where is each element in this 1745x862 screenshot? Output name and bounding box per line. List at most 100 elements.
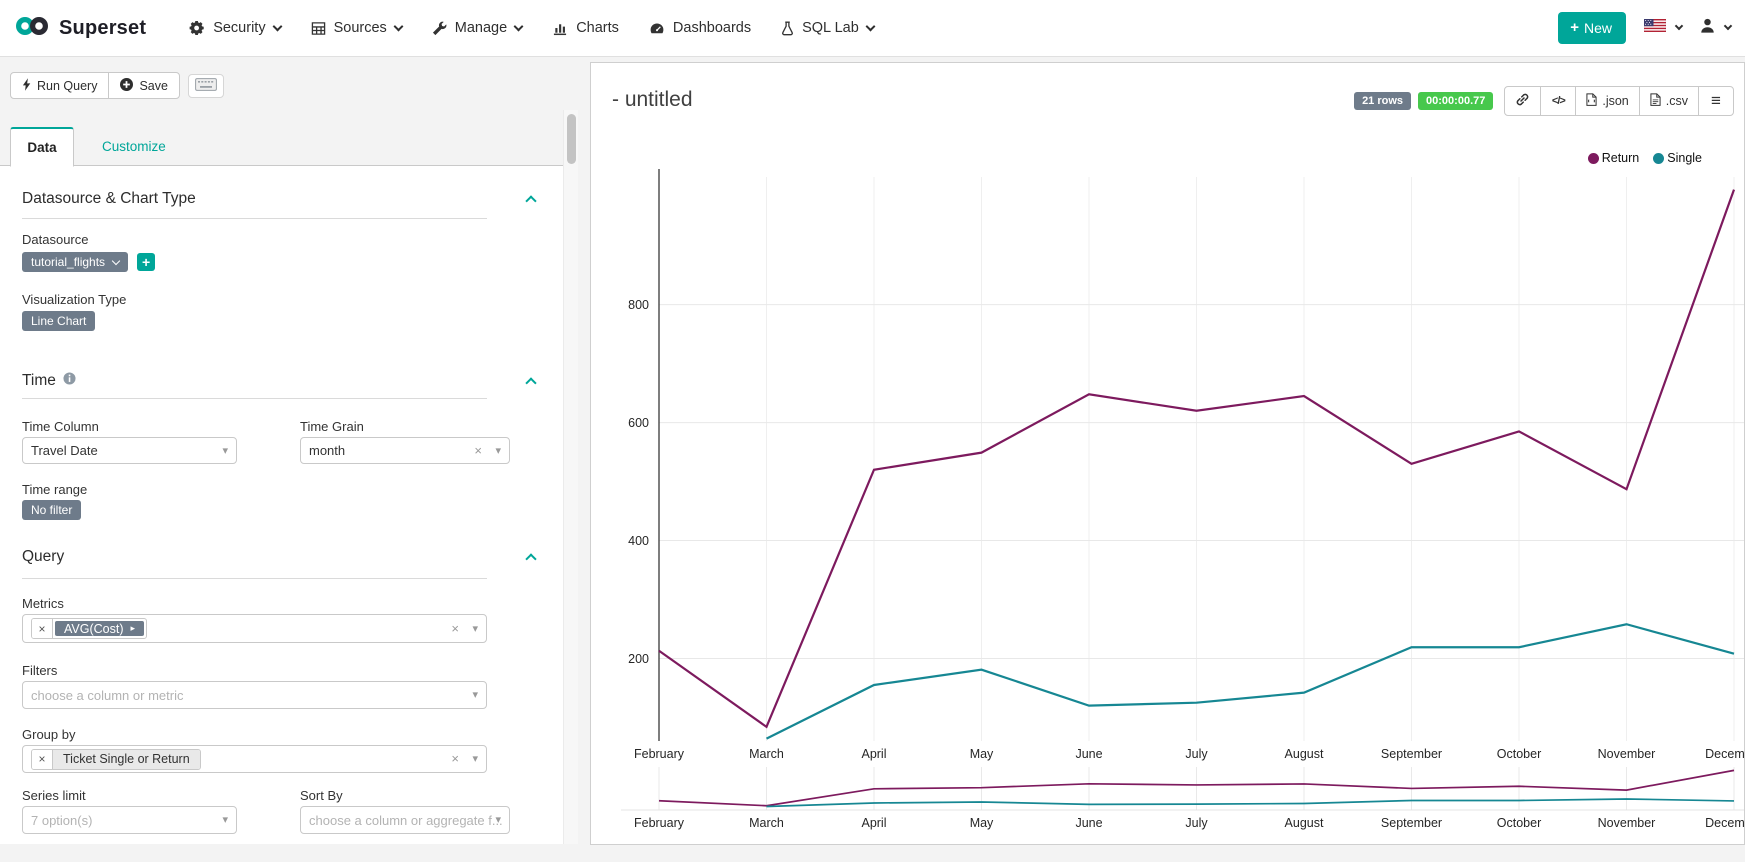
info-icon xyxy=(63,372,76,390)
nav-label: Sources xyxy=(334,20,387,36)
duration-badge: 00:00:00.77 xyxy=(1418,92,1493,110)
svg-text:400: 400 xyxy=(628,534,649,548)
code-icon: </> xyxy=(1552,95,1565,107)
nav-label: Security xyxy=(213,20,265,36)
section-divider xyxy=(22,218,487,219)
series-limit-label: Series limit xyxy=(22,788,86,803)
svg-text:July: July xyxy=(1185,747,1208,761)
caret-down-icon: ▾ xyxy=(472,622,478,635)
metrics-label: Metrics xyxy=(22,596,64,611)
collapse-caret-icon[interactable] xyxy=(525,553,536,564)
new-button-label: New xyxy=(1584,20,1612,36)
panel-scrollbar[interactable] xyxy=(563,110,578,844)
metric-chip[interactable]: × AVG(Cost) ▸ xyxy=(31,618,147,639)
nav-label: SQL Lab xyxy=(802,20,859,36)
time-grain-select[interactable]: month × ▾ xyxy=(300,437,510,464)
groupby-select[interactable]: × Ticket Single or Return × ▾ xyxy=(22,745,487,773)
explore-control-panel: Run Query Save Data Customize xyxy=(0,57,563,862)
chevron-down-icon xyxy=(865,21,875,31)
export-csv-button[interactable]: .csv xyxy=(1639,86,1699,116)
remove-metric-icon[interactable]: × xyxy=(32,619,53,638)
link-icon xyxy=(1515,92,1530,110)
save-button[interactable]: Save xyxy=(108,72,180,99)
series-limit-placeholder: 7 option(s) xyxy=(31,813,92,828)
scrollbar-thumb[interactable] xyxy=(567,114,576,164)
chart-menu-button[interactable]: ≡ xyxy=(1698,86,1734,116)
metrics-select[interactable]: × AVG(Cost) ▸ × ▾ xyxy=(22,614,487,643)
section-divider xyxy=(22,578,487,579)
chart-title[interactable]: - untitled xyxy=(612,88,693,112)
time-column-select[interactable]: Travel Date ▾ xyxy=(22,437,237,464)
table-icon xyxy=(311,21,326,36)
data-tab-content: Datasource & Chart Type Datasource tutor… xyxy=(0,166,563,844)
svg-text:April: April xyxy=(861,747,886,761)
nav-item-sources[interactable]: Sources xyxy=(296,0,417,57)
query-toolbar: Run Query Save xyxy=(10,72,224,99)
run-query-button[interactable]: Run Query xyxy=(10,72,109,99)
caret-down-icon: ▾ xyxy=(472,688,478,701)
tab-data[interactable]: Data xyxy=(10,127,74,167)
single-mini-line xyxy=(767,799,1735,807)
clear-icon[interactable]: × xyxy=(451,621,459,636)
share-link-button[interactable] xyxy=(1504,86,1541,116)
export-json-button[interactable]: .json xyxy=(1575,86,1639,116)
groupby-label: Group by xyxy=(22,727,75,742)
nav-item-manage[interactable]: Manage xyxy=(417,0,537,57)
run-query-label: Run Query xyxy=(37,79,97,93)
save-label: Save xyxy=(139,79,168,93)
sort-by-select[interactable]: choose a column or aggregate f... ▾ xyxy=(300,806,510,834)
chevron-down-icon xyxy=(1675,22,1683,30)
chevron-down-icon xyxy=(393,21,403,31)
nav-item-charts[interactable]: Charts xyxy=(537,0,634,57)
svg-text:October: October xyxy=(1497,816,1541,830)
series-limit-select[interactable]: 7 option(s) ▾ xyxy=(22,806,237,834)
nav-item-security[interactable]: Security xyxy=(174,0,295,57)
svg-text:July: July xyxy=(1185,816,1208,830)
datasource-value-chip[interactable]: tutorial_flights xyxy=(22,252,128,272)
time-range-chip[interactable]: No filter xyxy=(22,500,81,520)
nav-item-sql-lab[interactable]: SQL Lab xyxy=(766,0,889,57)
add-datasource-button[interactable]: + xyxy=(137,253,155,271)
collapse-caret-icon[interactable] xyxy=(525,195,536,206)
main-line-chart[interactable]: 200400600800FebruaryMarchAprilMayJuneJul… xyxy=(591,151,1745,776)
chevron-down-icon xyxy=(272,21,282,31)
export-button-group: </> .json .csv ≡ xyxy=(1504,86,1734,116)
metric-value: AVG(Cost) xyxy=(64,622,124,636)
svg-text:June: June xyxy=(1075,747,1102,761)
remove-groupby-icon[interactable]: × xyxy=(32,750,53,769)
clear-icon[interactable]: × xyxy=(451,751,459,766)
svg-text:February: February xyxy=(634,816,685,830)
groupby-chip[interactable]: × Ticket Single or Return xyxy=(31,749,201,770)
language-selector[interactable] xyxy=(1644,19,1682,37)
file-json-icon xyxy=(1586,93,1597,109)
nav-label: Manage xyxy=(455,20,507,36)
svg-text:September: September xyxy=(1381,747,1442,761)
svg-text:800: 800 xyxy=(628,298,649,312)
time-column-label: Time Column xyxy=(22,419,99,434)
section-title-query: Query xyxy=(22,548,64,566)
nav-item-dashboards[interactable]: Dashboards xyxy=(634,0,766,57)
time-column-value: Travel Date xyxy=(31,443,98,458)
filters-select[interactable]: choose a column or metric ▾ xyxy=(22,681,487,709)
wrench-icon xyxy=(432,21,447,36)
time-range-label: Time range xyxy=(22,482,87,497)
collapse-caret-icon[interactable] xyxy=(525,377,536,388)
context-brush-chart[interactable]: FebruaryMarchAprilMayJuneJulyAugustSepte… xyxy=(591,763,1745,843)
datasource-label: Datasource xyxy=(22,232,88,247)
gauge-icon xyxy=(649,21,665,36)
chevron-down-icon xyxy=(1724,22,1732,30)
top-navbar: Superset Security Sources Manage Charts … xyxy=(0,0,1745,57)
new-button[interactable]: + New xyxy=(1558,12,1626,44)
embed-code-button[interactable]: </> xyxy=(1540,86,1576,116)
clear-icon[interactable]: × xyxy=(474,443,482,458)
viz-type-value: Line Chart xyxy=(31,314,86,328)
user-menu[interactable] xyxy=(1700,18,1731,38)
us-flag-icon xyxy=(1644,19,1666,37)
chart-header-actions: 21 rows 00:00:00.77 </> .json xyxy=(1354,86,1734,116)
chart-card: - untitled 21 rows 00:00:00.77 </> .json xyxy=(590,62,1745,845)
bar-chart-icon xyxy=(552,21,568,36)
viz-type-chip[interactable]: Line Chart xyxy=(22,311,95,331)
superset-brand[interactable]: Superset xyxy=(14,14,146,43)
keyboard-shortcuts-button[interactable] xyxy=(188,74,224,98)
tab-customize[interactable]: Customize xyxy=(74,127,194,166)
